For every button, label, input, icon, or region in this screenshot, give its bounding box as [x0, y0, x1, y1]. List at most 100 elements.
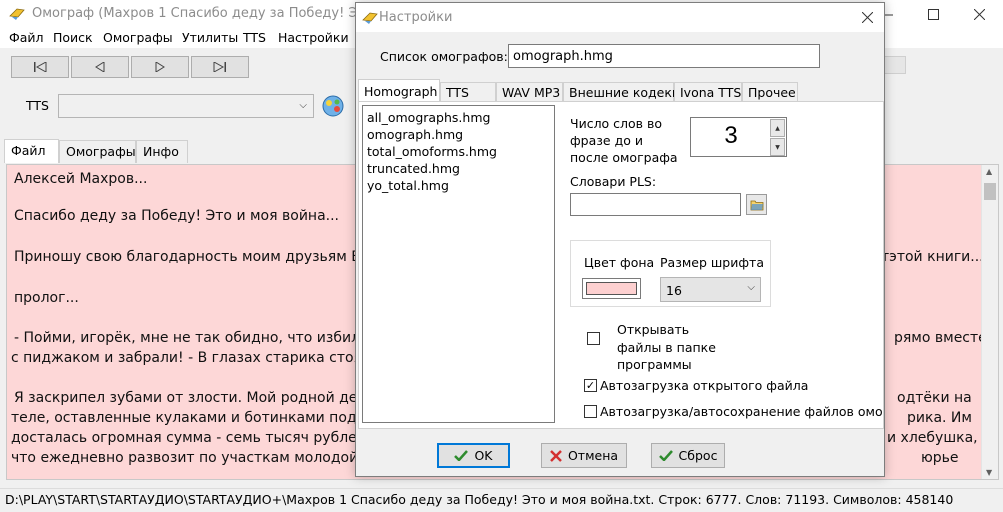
status-text: D:\PLAY\START\STARTАУДИО\STARTАУДИО+\Мах…: [5, 492, 954, 507]
autoload-label: Автозагрузка открытого файла: [600, 378, 809, 393]
appearance-group: Цвет фона Размер шрифта 16 ⌵: [570, 240, 771, 307]
tab-homograph[interactable]: Homograph: [358, 79, 440, 103]
text-line: досталась огромная сумма - семь тысяч ру…: [11, 430, 371, 446]
menu-utilities[interactable]: Утилиты: [182, 30, 238, 45]
homograph-file-list[interactable]: all_omographs.hmg omograph.hmg total_omo…: [362, 105, 555, 423]
browse-folder-button[interactable]: [746, 194, 767, 215]
skip-last-icon: [213, 62, 226, 72]
dialog-close-button[interactable]: [850, 3, 884, 32]
text-line: пролог...: [14, 290, 79, 306]
open-in-folder-label: файлы в папке: [617, 340, 716, 355]
menu-homographs[interactable]: Омографы: [103, 30, 173, 45]
ok-button[interactable]: OK: [437, 443, 510, 468]
tab-tts[interactable]: TTS: [440, 82, 496, 102]
text-line: и хлебушка,: [887, 430, 978, 446]
spin-down-icon[interactable]: ▼: [770, 138, 785, 156]
font-size-label: Размер шрифта: [660, 255, 764, 270]
text-line: что ежедневно развозит по участкам молод…: [11, 450, 381, 466]
tab-homographs[interactable]: Омографы: [59, 140, 136, 163]
autoload-checkbox[interactable]: ✓: [584, 379, 597, 392]
list-item[interactable]: all_omographs.hmg: [367, 110, 490, 125]
skip-first-icon: [34, 62, 47, 72]
text-line: юрье: [921, 450, 959, 466]
tab-ivona-tts[interactable]: Ivona TTS: [674, 82, 742, 102]
text-line: теле, оставленные кулаками и ботинками п…: [11, 410, 383, 426]
list-item[interactable]: total_omoforms.hmg: [367, 144, 497, 159]
reset-button[interactable]: Сброс: [651, 443, 725, 468]
autosave-checkbox[interactable]: [584, 405, 597, 418]
words-count-label: фразе до и: [570, 133, 643, 148]
font-size-value: 16: [666, 283, 682, 298]
prev-button[interactable]: [71, 56, 129, 78]
open-in-folder-checkbox[interactable]: [587, 332, 600, 345]
scroll-thumb[interactable]: [984, 183, 996, 200]
menu-tts[interactable]: TTS: [243, 30, 266, 45]
text-line: Алексей Махров...: [14, 171, 148, 187]
maximize-button[interactable]: [910, 0, 956, 28]
bg-color-fill: [586, 282, 637, 295]
list-item[interactable]: truncated.hmg: [367, 161, 460, 176]
speak-icon[interactable]: [320, 94, 346, 118]
first-button[interactable]: [11, 56, 69, 78]
bg-color-label: Цвет фона: [584, 255, 655, 270]
next-icon: [155, 62, 165, 72]
window-title: Омограф (Махров 1 Спасибо деду за Победу…: [32, 6, 400, 21]
scroll-up-icon[interactable]: ▲: [986, 167, 992, 176]
app-icon: [9, 8, 25, 20]
pls-dictionaries-label: Словари PLS:: [570, 174, 657, 189]
homograph-list-input[interactable]: [508, 44, 820, 68]
tab-file[interactable]: Файл: [4, 139, 59, 163]
text-line: Приношу свою благодарность моим друзьям …: [14, 249, 370, 265]
close-button[interactable]: [956, 0, 1002, 28]
list-item[interactable]: yo_total.hmg: [367, 178, 449, 193]
tab-wav-mp3[interactable]: WAV MP3: [496, 82, 563, 102]
words-count-value: 3: [724, 122, 738, 149]
autosave-label: Автозагрузка/автосохранение файлов омо: [600, 404, 883, 419]
tab-external-codecs[interactable]: Внешние кодеки: [563, 82, 680, 102]
status-bar: D:\PLAY\START\STARTАУДИО\STARTАУДИО+\Мах…: [0, 488, 1003, 512]
tab-misc[interactable]: Прочее: [742, 82, 798, 102]
vertical-scrollbar[interactable]: ▲ ▼: [981, 165, 998, 479]
ok-button-label: OK: [474, 448, 493, 463]
open-in-folder-label: Открывать: [617, 322, 690, 337]
words-count-spinner[interactable]: 3 ▲ ▼: [690, 117, 787, 157]
pls-dictionaries-input[interactable]: [570, 193, 741, 216]
list-item[interactable]: omograph.hmg: [367, 127, 463, 142]
text-line: Я заскрипел зубами от злости. Мой родной…: [14, 390, 377, 406]
text-line: с пиджаком и забрали! - В глазах старика…: [11, 350, 381, 366]
menu-settings[interactable]: Настройки: [278, 30, 349, 45]
font-size-select[interactable]: 16 ⌵: [660, 277, 761, 302]
text-line: - Пойми, игорёк, мне не так обидно, что …: [14, 330, 374, 346]
tts-label: TTS: [26, 98, 49, 113]
dialog-title: Настройки: [379, 10, 453, 25]
text-line: рямо вместе: [894, 330, 987, 346]
homograph-tab-panel: all_omographs.hmg omograph.hmg total_omo…: [358, 101, 884, 429]
words-count-label: Число слов во: [570, 116, 663, 131]
dialog-titlebar: Настройки: [356, 3, 884, 32]
homograph-list-label: Список омографов:: [380, 49, 508, 64]
reset-button-label: Сброс: [678, 448, 718, 463]
open-in-folder-label: программы: [617, 357, 692, 372]
chevron-down-icon: ⌵: [299, 100, 307, 111]
cross-icon: [550, 449, 562, 462]
menu-search[interactable]: Поиск: [53, 30, 93, 45]
next-button[interactable]: [131, 56, 189, 78]
close-icon: [973, 8, 985, 20]
text-line: рика. Им: [907, 410, 972, 426]
menu-file[interactable]: Файл: [9, 30, 44, 45]
prev-icon: [95, 62, 105, 72]
toolbar-field[interactable]: [884, 56, 906, 74]
settings-dialog: Настройки Список омографов: Homograph TT…: [355, 2, 885, 477]
check-icon: [658, 450, 673, 461]
cancel-button-label: Отмена: [567, 448, 619, 463]
bg-color-swatch[interactable]: [582, 278, 641, 299]
last-button[interactable]: [191, 56, 249, 78]
scroll-down-icon[interactable]: ▼: [986, 468, 992, 477]
text-line: одтёки на: [897, 390, 972, 406]
cancel-button[interactable]: Отмена: [541, 443, 627, 468]
text-line: тэтой книги...: [881, 249, 984, 265]
close-icon: [861, 12, 873, 23]
spin-up-icon[interactable]: ▲: [770, 119, 785, 137]
tab-info[interactable]: Инфо: [136, 140, 188, 163]
tts-voice-select[interactable]: ⌵: [58, 94, 314, 118]
